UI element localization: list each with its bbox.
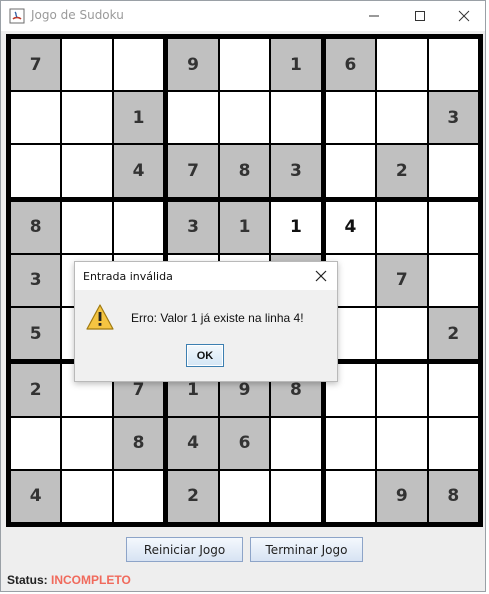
finish-game-button[interactable]: Terminar Jogo bbox=[250, 537, 363, 562]
title-bar[interactable]: Jogo de Sudoku bbox=[1, 1, 485, 31]
sudoku-cell-r3-c4: 7 bbox=[168, 145, 218, 197]
sudoku-cell-r1-c3[interactable] bbox=[113, 39, 164, 91]
java-app-icon bbox=[9, 8, 25, 24]
dialog-message: Erro: Valor 1 já existe na linha 4! bbox=[131, 311, 304, 325]
sudoku-cell-r5-c8: 7 bbox=[377, 254, 427, 307]
sudoku-cell-r9-c7[interactable] bbox=[325, 470, 376, 522]
sudoku-cell-r7-c9[interactable] bbox=[428, 364, 478, 416]
sudoku-cell-r1-c6: 1 bbox=[271, 39, 321, 91]
sudoku-cell-r2-c8[interactable] bbox=[377, 92, 427, 144]
app-window: Jogo de Sudoku 7916134783283114375227198… bbox=[0, 0, 486, 592]
sudoku-cell-r5-c9[interactable] bbox=[428, 254, 478, 307]
minimize-icon bbox=[369, 15, 379, 17]
sudoku-cell-r9-c3[interactable] bbox=[113, 470, 164, 522]
sudoku-cell-r4-c1: 8 bbox=[11, 201, 61, 253]
ok-button[interactable]: OK bbox=[186, 344, 224, 367]
sudoku-cell-r1-c9[interactable] bbox=[428, 39, 478, 91]
sudoku-cell-r3-c1[interactable] bbox=[11, 145, 61, 197]
sudoku-cell-r9-c1: 4 bbox=[11, 470, 61, 522]
sudoku-cell-r1-c1: 7 bbox=[11, 39, 61, 91]
sudoku-cell-r1-c4: 9 bbox=[168, 39, 218, 91]
sudoku-cell-r6-c1: 5 bbox=[11, 308, 61, 360]
sudoku-cell-r3-c9[interactable] bbox=[428, 145, 478, 197]
sudoku-cell-r3-c8: 2 bbox=[377, 145, 427, 197]
minimize-button[interactable] bbox=[351, 1, 397, 31]
sudoku-cell-r2-c4[interactable] bbox=[168, 92, 218, 144]
sudoku-cell-r6-c9: 2 bbox=[428, 308, 478, 360]
sudoku-cell-r7-c1: 2 bbox=[11, 364, 61, 416]
sudoku-cell-r4-c7[interactable]: 4 bbox=[325, 201, 376, 253]
sudoku-cell-r8-c9[interactable] bbox=[428, 417, 478, 469]
maximize-icon bbox=[415, 11, 425, 21]
sudoku-cell-r1-c8[interactable] bbox=[377, 39, 427, 91]
warning-icon bbox=[86, 304, 114, 330]
sudoku-cell-r9-c2[interactable] bbox=[62, 470, 112, 522]
sudoku-cell-r2-c7[interactable] bbox=[325, 92, 376, 144]
close-icon bbox=[458, 10, 470, 22]
sudoku-cell-r4-c8[interactable] bbox=[377, 201, 427, 253]
sudoku-cell-r4-c5: 1 bbox=[219, 201, 270, 253]
sudoku-cell-r2-c5[interactable] bbox=[219, 92, 270, 144]
sudoku-cell-r9-c8: 9 bbox=[377, 470, 427, 522]
status-value: INCOMPLETO bbox=[51, 573, 131, 587]
status-bar: Status: INCOMPLETO bbox=[7, 573, 131, 587]
sudoku-cell-r8-c4: 4 bbox=[168, 417, 218, 469]
dialog-close-icon[interactable] bbox=[313, 268, 329, 284]
sudoku-cell-r2-c2[interactable] bbox=[62, 92, 112, 144]
sudoku-cell-r4-c6[interactable]: 1 bbox=[271, 201, 321, 253]
window-title: Jogo de Sudoku bbox=[31, 8, 124, 22]
sudoku-cell-r8-c3: 8 bbox=[113, 417, 164, 469]
sudoku-cell-r3-c2[interactable] bbox=[62, 145, 112, 197]
sudoku-cell-r2-c1[interactable] bbox=[11, 92, 61, 144]
sudoku-cell-r3-c6: 3 bbox=[271, 145, 321, 197]
status-label: Status: bbox=[7, 573, 48, 587]
sudoku-cell-r4-c9[interactable] bbox=[428, 201, 478, 253]
dialog-title: Entrada inválida bbox=[83, 270, 173, 283]
sudoku-cell-r9-c9: 8 bbox=[428, 470, 478, 522]
sudoku-cell-r5-c1: 3 bbox=[11, 254, 61, 307]
sudoku-cell-r1-c5[interactable] bbox=[219, 39, 270, 91]
sudoku-cell-r8-c5: 6 bbox=[219, 417, 270, 469]
sudoku-cell-r9-c6[interactable] bbox=[271, 470, 321, 522]
sudoku-cell-r8-c2[interactable] bbox=[62, 417, 112, 469]
sudoku-cell-r8-c8[interactable] bbox=[377, 417, 427, 469]
sudoku-cell-r1-c7: 6 bbox=[325, 39, 376, 91]
sudoku-cell-r8-c7[interactable] bbox=[325, 417, 376, 469]
sudoku-cell-r8-c6[interactable] bbox=[271, 417, 321, 469]
sudoku-cell-r4-c4: 3 bbox=[168, 201, 218, 253]
sudoku-cell-r3-c5: 8 bbox=[219, 145, 270, 197]
sudoku-cell-r8-c1[interactable] bbox=[11, 417, 61, 469]
sudoku-cell-r3-c3: 4 bbox=[113, 145, 164, 197]
sudoku-cell-r2-c3: 1 bbox=[113, 92, 164, 144]
sudoku-cell-r1-c2[interactable] bbox=[62, 39, 112, 91]
maximize-button[interactable] bbox=[397, 1, 443, 31]
invalid-entry-dialog: Entrada inválida Erro: Valor 1 já existe… bbox=[74, 261, 338, 382]
sudoku-cell-r9-c4: 2 bbox=[168, 470, 218, 522]
dialog-title-bar[interactable]: Entrada inválida bbox=[75, 262, 337, 290]
restart-game-button[interactable]: Reiniciar Jogo bbox=[126, 537, 243, 562]
sudoku-cell-r3-c7[interactable] bbox=[325, 145, 376, 197]
sudoku-cell-r4-c2[interactable] bbox=[62, 201, 112, 253]
close-button[interactable] bbox=[441, 1, 487, 31]
sudoku-cell-r2-c6[interactable] bbox=[271, 92, 321, 144]
sudoku-cell-r9-c5[interactable] bbox=[219, 470, 270, 522]
sudoku-cell-r4-c3[interactable] bbox=[113, 201, 164, 253]
sudoku-cell-r6-c8[interactable] bbox=[377, 308, 427, 360]
sudoku-cell-r7-c8[interactable] bbox=[377, 364, 427, 416]
sudoku-cell-r2-c9: 3 bbox=[428, 92, 478, 144]
